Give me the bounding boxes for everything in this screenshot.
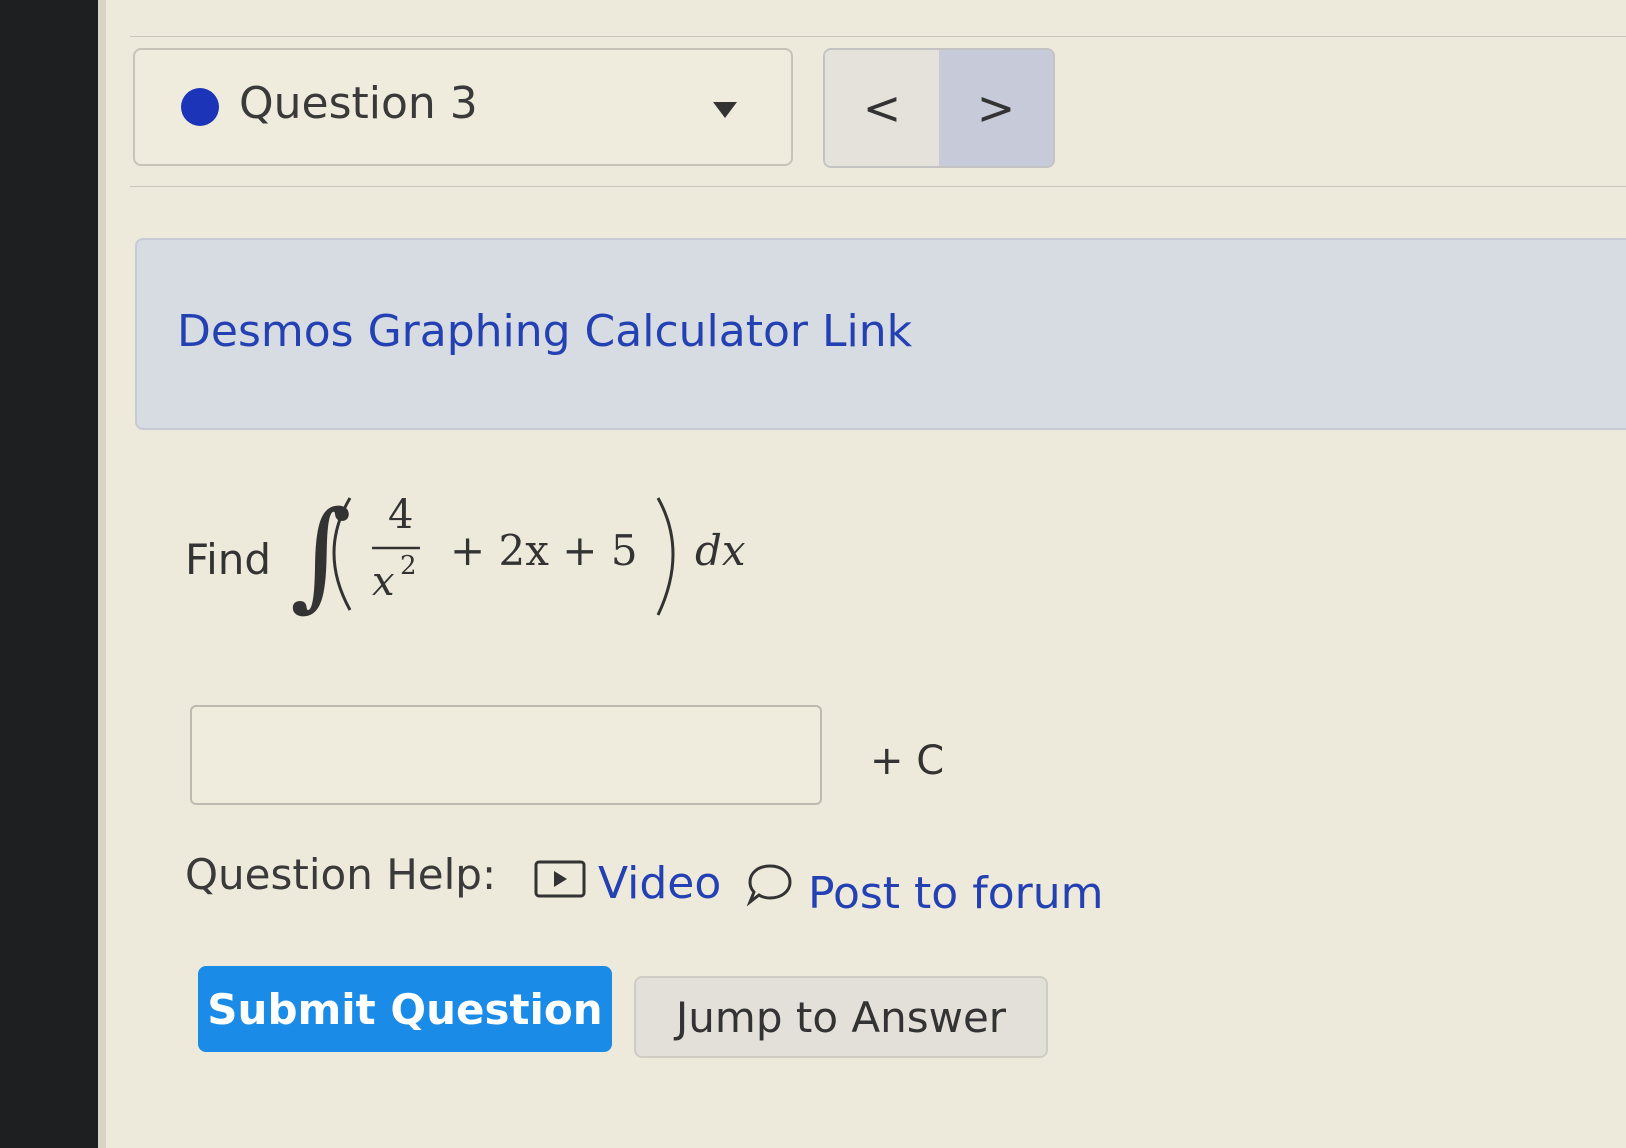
next-question-button[interactable]: > bbox=[939, 50, 1053, 166]
resource-panel: Desmos Graphing Calculator Link bbox=[135, 238, 1626, 430]
question-selector[interactable]: Question 3 bbox=[133, 48, 793, 166]
chevron-right-icon: > bbox=[976, 81, 1016, 135]
constant-suffix: + C bbox=[870, 738, 945, 784]
question-help-label: Question Help: bbox=[185, 850, 497, 899]
question-status-dot bbox=[181, 88, 219, 126]
chat-bubble-icon bbox=[746, 864, 792, 906]
denominator-exponent: 2 bbox=[400, 551, 417, 581]
question-nav-group: < > bbox=[823, 48, 1055, 168]
right-paren bbox=[656, 497, 675, 616]
post-to-forum-link[interactable]: Post to forum bbox=[808, 868, 1103, 919]
jump-to-answer-button[interactable]: Jump to Answer bbox=[634, 976, 1048, 1058]
dropdown-caret-icon bbox=[713, 102, 737, 118]
integral-expression: ∫ 4 x 2 + 2x + 5 dx bbox=[290, 490, 746, 623]
top-divider bbox=[130, 36, 1626, 37]
screen-bezel bbox=[0, 0, 98, 1148]
desmos-link[interactable]: Desmos Graphing Calculator Link bbox=[177, 306, 912, 357]
header-divider bbox=[130, 186, 1626, 187]
page-left-edge bbox=[98, 0, 106, 1148]
previous-question-button[interactable]: < bbox=[825, 50, 939, 166]
chevron-left-icon: < bbox=[862, 81, 902, 135]
fraction-numerator: 4 bbox=[388, 492, 413, 538]
answer-input[interactable] bbox=[190, 705, 822, 805]
problem-prompt: Find bbox=[185, 535, 272, 584]
differential: dx bbox=[695, 526, 746, 575]
question-label: Question 3 bbox=[239, 78, 478, 129]
video-link[interactable]: Video bbox=[598, 858, 721, 909]
submit-question-button[interactable]: Submit Question bbox=[198, 966, 612, 1052]
video-icon bbox=[534, 860, 586, 898]
fraction-denominator: x bbox=[372, 559, 395, 605]
integrand-rest: + 2x + 5 bbox=[450, 526, 638, 575]
